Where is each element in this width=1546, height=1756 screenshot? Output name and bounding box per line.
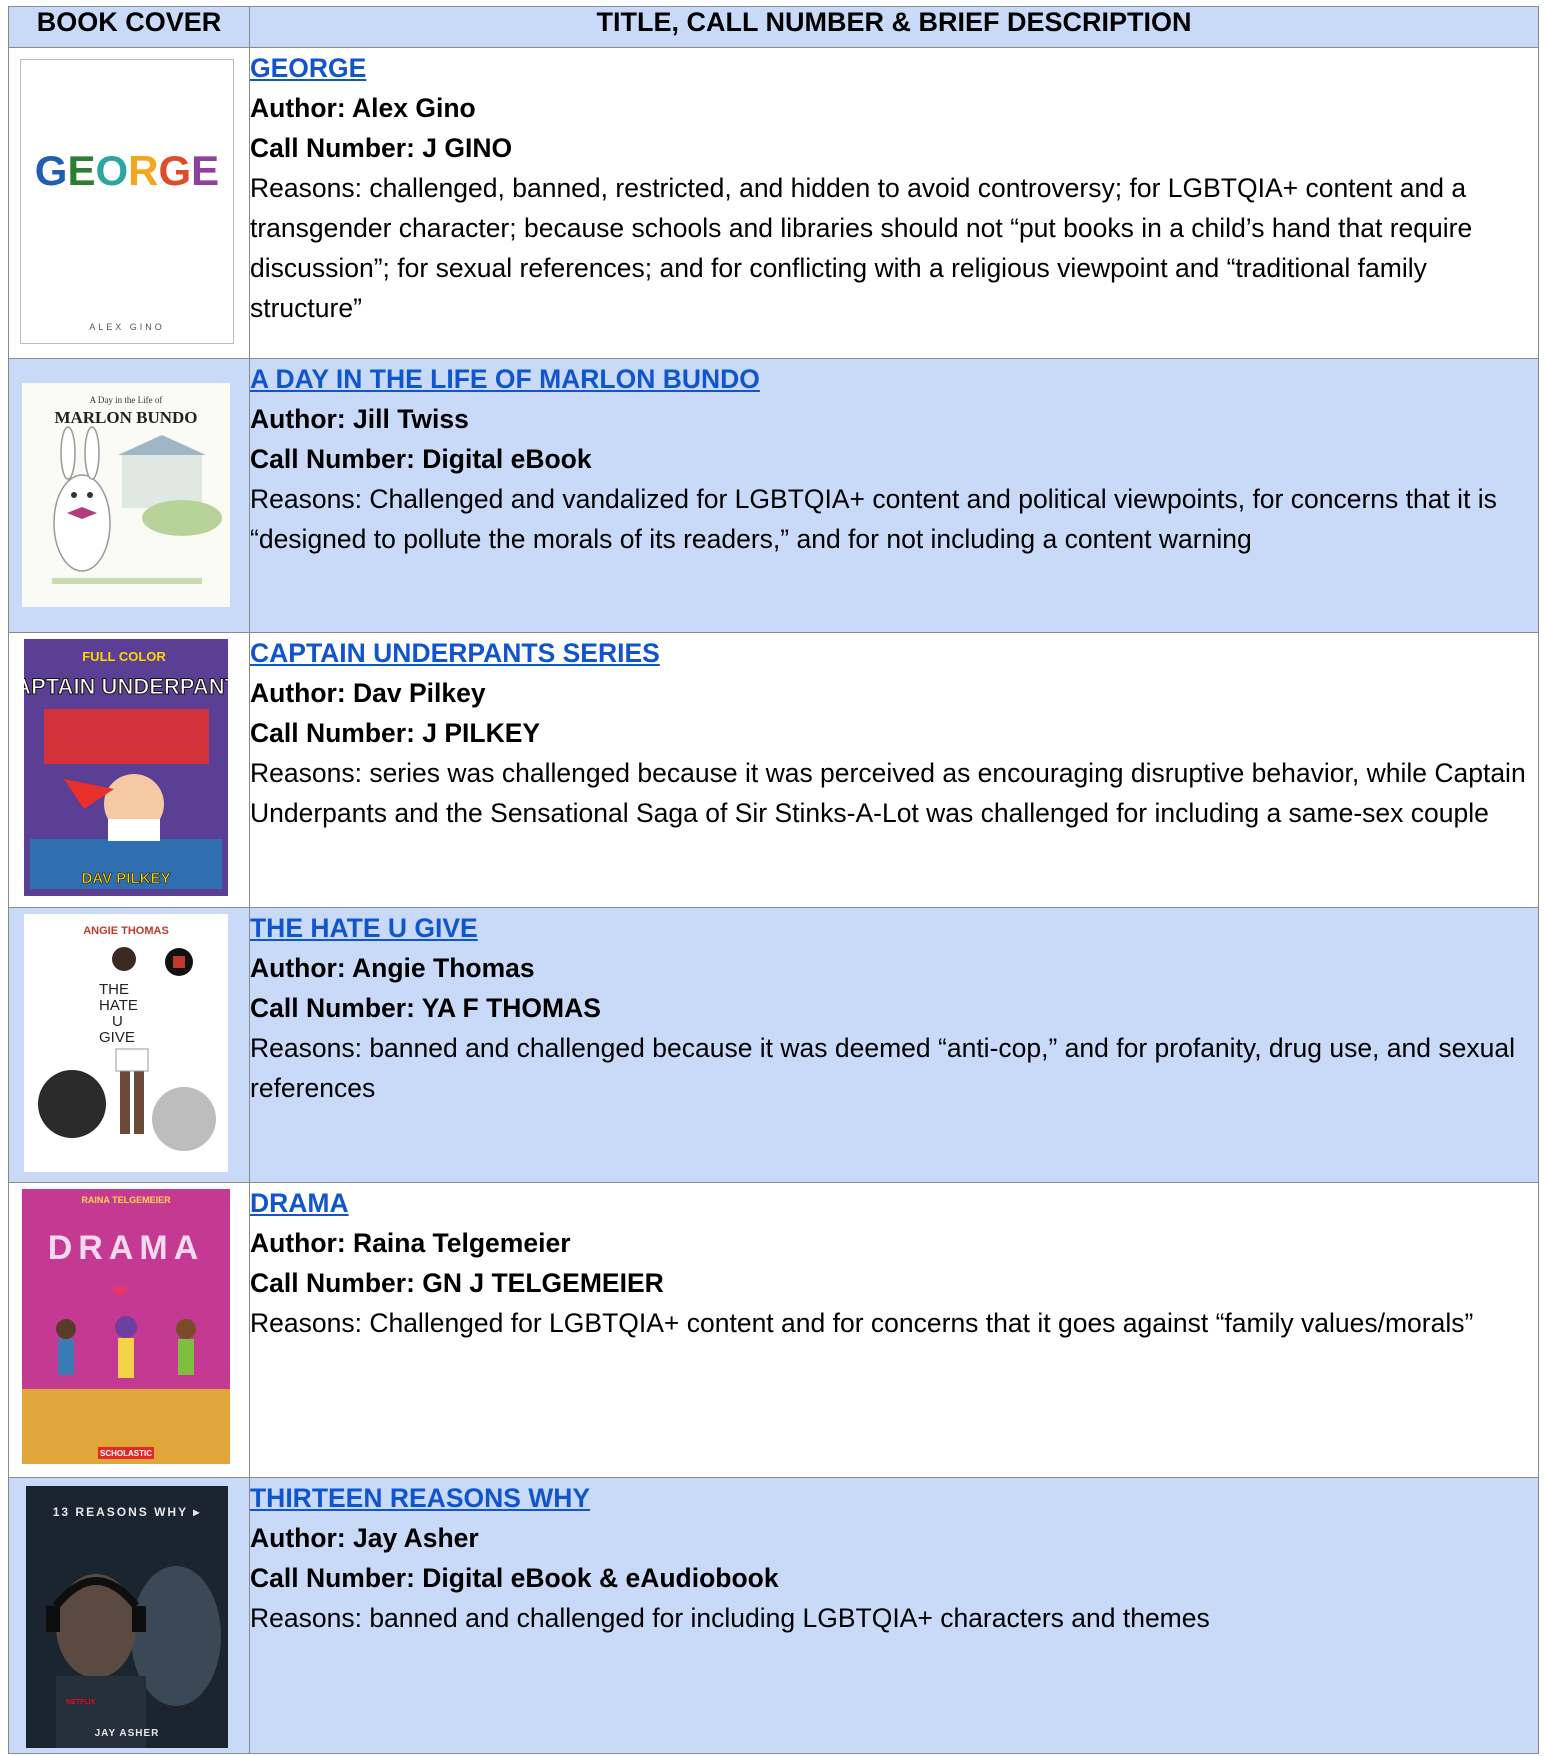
book-cover-cell: A Day in the Life of MARLON BUNDO [8, 358, 250, 633]
cover-art: FULL COLOR CAPTAIN UNDERPANTS DAV PILKEY [24, 639, 228, 896]
cover-title-line: U [112, 1013, 123, 1030]
book-row: FULL COLOR CAPTAIN UNDERPANTS DAV PILKEY… [8, 632, 1539, 908]
book-cover-hate-u-give: ANGIE THOMAS THE HATE U GIVE [24, 914, 228, 1172]
cover-author: ALEX GINO [89, 322, 165, 332]
cover-author: DAV PILKEY [82, 870, 171, 887]
book-title-link[interactable]: THE HATE U GIVE [250, 908, 1538, 948]
book-description-cell: A DAY IN THE LIFE OF MARLON BUNDO Author… [249, 358, 1539, 633]
book-cover-cell: RAINA TELGEMEIER DRAMA SCHOLASTIC [8, 1182, 250, 1478]
book-call-number: Call Number: Digital eBook & eAudiobook [250, 1563, 779, 1593]
book-row: 13 REASONS WHY ▸ NETFLIX JAY ASHER THIRT… [8, 1477, 1539, 1754]
cover-art: RAINA TELGEMEIER DRAMA SCHOLASTIC [22, 1189, 230, 1464]
book-cover-cell: FULL COLOR CAPTAIN UNDERPANTS DAV PILKEY [8, 632, 250, 908]
book-row: RAINA TELGEMEIER DRAMA SCHOLASTIC DRAMA … [8, 1182, 1539, 1478]
book-cover-thirteen-reasons-why: 13 REASONS WHY ▸ NETFLIX JAY ASHER [26, 1486, 228, 1748]
cover-author: JAY ASHER [95, 1728, 160, 1739]
cover-art: ANGIE THOMAS THE HATE U GIVE [38, 925, 216, 1151]
book-row: GEORGE ALEX GINO GEORGE Author: Alex Gin… [8, 47, 1539, 359]
header-title-description: TITLE, CALL NUMBER & BRIEF DESCRIPTION [249, 6, 1539, 48]
book-row: ANGIE THOMAS THE HATE U GIVE THE HATE U … [8, 907, 1539, 1183]
book-call-number: Call Number: Digital eBook [250, 444, 592, 474]
cover-art: A Day in the Life of MARLON BUNDO [52, 395, 222, 584]
cover-author: ANGIE THOMAS [83, 925, 169, 937]
book-description-cell: THE HATE U GIVE Author: Angie Thomas Cal… [249, 907, 1539, 1183]
cover-title: DRAMA [48, 1229, 205, 1267]
book-cover-marlon-bundo: A Day in the Life of MARLON BUNDO [22, 383, 230, 607]
header-row: BOOK COVER TITLE, CALL NUMBER & BRIEF DE… [8, 6, 1539, 48]
book-author: Author: Jay Asher [250, 1523, 479, 1553]
book-title-link[interactable]: CAPTAIN UNDERPANTS SERIES [250, 633, 1538, 673]
book-call-number: Call Number: J GINO [250, 133, 513, 163]
book-title-link[interactable]: GEORGE [250, 48, 1538, 88]
book-reasons: Reasons: banned and challenged for inclu… [250, 1603, 1210, 1633]
book-author: Author: Alex Gino [250, 93, 476, 123]
book-reasons: Reasons: banned and challenged because i… [250, 1033, 1515, 1103]
book-cover-cell: 13 REASONS WHY ▸ NETFLIX JAY ASHER [8, 1477, 250, 1754]
book-call-number: Call Number: YA F THOMAS [250, 993, 601, 1023]
book-description-cell: GEORGE Author: Alex Gino Call Number: J … [249, 47, 1539, 359]
book-title-link[interactable]: A DAY IN THE LIFE OF MARLON BUNDO [250, 359, 1538, 399]
cover-art: 13 REASONS WHY ▸ NETFLIX JAY ASHER [26, 1486, 228, 1748]
book-author: Author: Angie Thomas [250, 953, 535, 983]
book-title-link[interactable]: THIRTEEN REASONS WHY [250, 1478, 1538, 1518]
cover-brand: NETFLIX [66, 1699, 95, 1706]
cover-title: GEORGE [35, 147, 219, 194]
book-reasons: Reasons: Challenged and vandalized for L… [250, 484, 1497, 554]
book-description-cell: CAPTAIN UNDERPANTS SERIES Author: Dav Pi… [249, 632, 1539, 908]
cover-publisher: SCHOLASTIC [100, 1449, 152, 1458]
cover-banner: FULL COLOR [82, 649, 166, 664]
book-call-number: Call Number: GN J TELGEMEIER [250, 1268, 664, 1298]
header-book-cover: BOOK COVER [8, 6, 250, 48]
cover-title: MARLON BUNDO [54, 408, 197, 427]
book-row: A Day in the Life of MARLON BUNDO A DAY … [8, 358, 1539, 633]
book-description-cell: DRAMA Author: Raina Telgemeier Call Numb… [249, 1182, 1539, 1478]
book-cover-george: GEORGE ALEX GINO [20, 59, 234, 344]
book-reasons: Reasons: challenged, banned, restricted,… [250, 173, 1473, 323]
cover-title-line: GIVE [99, 1029, 135, 1046]
book-title-link[interactable]: DRAMA [250, 1183, 1538, 1223]
cover-title-line: THE [99, 981, 129, 998]
cover-title-line: HATE [99, 997, 138, 1014]
book-description-cell: THIRTEEN REASONS WHY Author: Jay Asher C… [249, 1477, 1539, 1754]
book-author: Author: Jill Twiss [250, 404, 469, 434]
book-cover-cell: ANGIE THOMAS THE HATE U GIVE [8, 907, 250, 1183]
cover-author: RAINA TELGEMEIER [81, 1195, 171, 1205]
book-author: Author: Raina Telgemeier [250, 1228, 571, 1258]
cover-title: 13 REASONS WHY ▸ [53, 1505, 202, 1519]
book-reasons: Reasons: Challenged for LGBTQIA+ content… [250, 1308, 1474, 1338]
cover-small-title: A Day in the Life of [90, 395, 163, 405]
cover-art: GEORGE ALEX GINO [35, 147, 219, 332]
book-cover-drama: RAINA TELGEMEIER DRAMA SCHOLASTIC [22, 1189, 230, 1464]
banned-books-table: BOOK COVER TITLE, CALL NUMBER & BRIEF DE… [8, 6, 1539, 1754]
book-cover-cell: GEORGE ALEX GINO [8, 47, 250, 359]
cover-title: THE HATE U GIVE [99, 981, 138, 1046]
book-cover-captain-underpants: FULL COLOR CAPTAIN UNDERPANTS DAV PILKEY [24, 639, 228, 896]
book-author: Author: Dav Pilkey [250, 678, 486, 708]
cover-title: CAPTAIN UNDERPANTS [24, 674, 228, 699]
book-call-number: Call Number: J PILKEY [250, 718, 541, 748]
book-reasons: Reasons: series was challenged because i… [250, 758, 1526, 828]
